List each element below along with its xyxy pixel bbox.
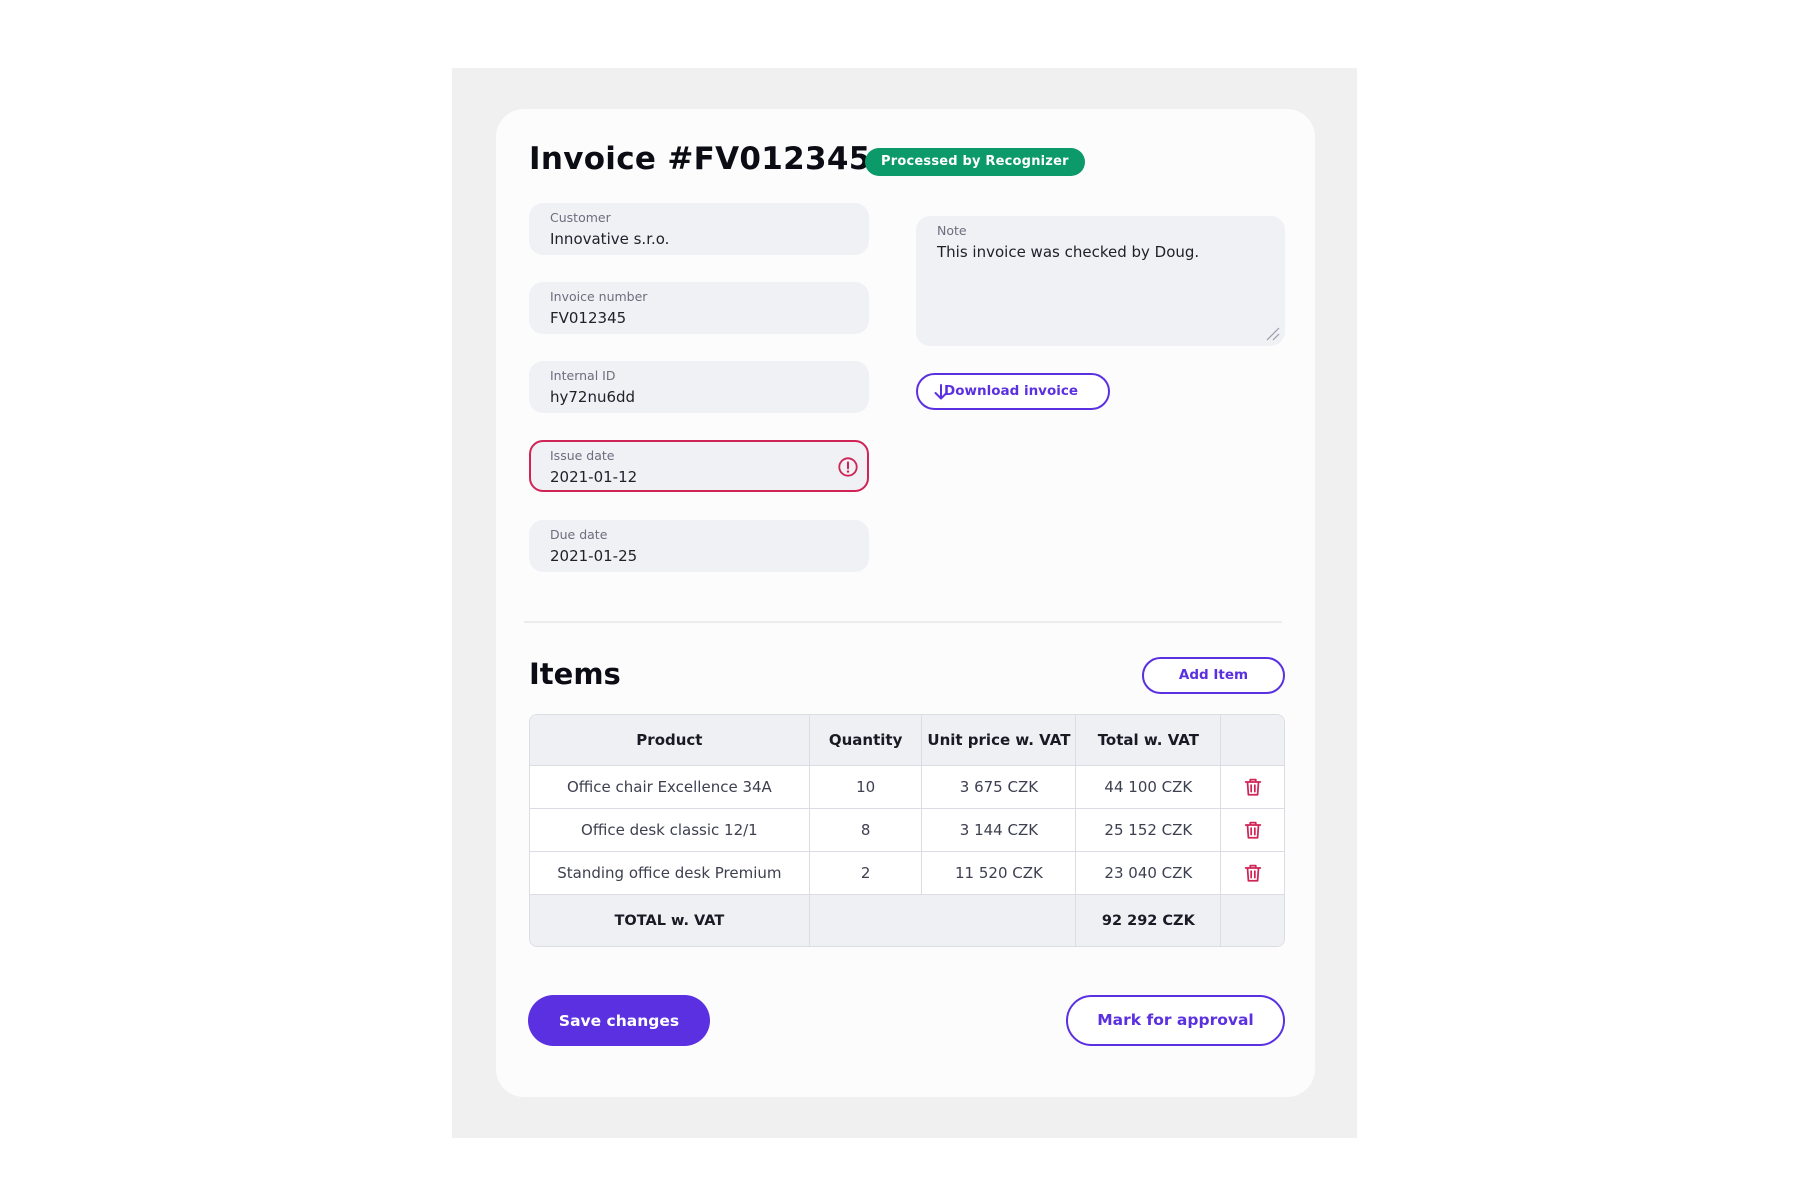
table-total-row: TOTAL w. VAT 92 292 CZK xyxy=(530,894,1284,946)
trash-icon[interactable] xyxy=(1242,819,1264,841)
column-header-product: Product xyxy=(530,715,810,766)
customer-field[interactable]: Customer Innovative s.r.o. xyxy=(529,203,869,255)
customer-label: Customer xyxy=(550,210,611,225)
cell-unit-price: 11 520 CZK xyxy=(921,851,1077,896)
table-row: Office desk classic 12/1 8 3 144 CZK 25 … xyxy=(530,807,1284,853)
issue-date-label: Issue date xyxy=(550,448,615,463)
total-actions-spacer xyxy=(1220,894,1284,946)
cell-actions xyxy=(1220,807,1284,853)
cell-quantity: 8 xyxy=(808,807,923,853)
invoice-number-value[interactable]: FV012345 xyxy=(550,309,848,327)
exclamation-circle-icon xyxy=(838,457,858,477)
cell-total: 44 100 CZK xyxy=(1075,764,1222,809)
table-row: Office chair Excellence 34A 10 3 675 CZK… xyxy=(530,764,1284,809)
total-spacer xyxy=(808,894,1077,946)
cell-product: Office chair Excellence 34A xyxy=(530,764,810,809)
section-divider xyxy=(524,621,1282,623)
note-value[interactable]: This invoice was checked by Doug. xyxy=(937,243,1264,261)
cell-actions xyxy=(1220,851,1284,896)
table-header-row: Product Quantity Unit price w. VAT Total… xyxy=(530,715,1284,766)
invoice-number-label: Invoice number xyxy=(550,289,648,304)
cell-total: 25 152 CZK xyxy=(1075,807,1222,853)
note-label: Note xyxy=(937,223,967,238)
internal-id-value[interactable]: hy72nu6dd xyxy=(550,388,848,406)
table-row: Standing office desk Premium 2 11 520 CZ… xyxy=(530,851,1284,896)
download-invoice-button[interactable]: Download invoice xyxy=(916,373,1110,410)
cell-unit-price: 3 675 CZK xyxy=(921,764,1077,809)
issue-date-field[interactable]: Issue date 2021-01-12 xyxy=(529,440,869,492)
cell-actions xyxy=(1220,764,1284,809)
internal-id-label: Internal ID xyxy=(550,368,616,383)
trash-icon[interactable] xyxy=(1242,776,1264,798)
invoice-number-field[interactable]: Invoice number FV012345 xyxy=(529,282,869,334)
cell-unit-price: 3 144 CZK xyxy=(921,807,1077,853)
invoice-card: Invoice #FV012345 Processed by Recognize… xyxy=(496,109,1315,1097)
download-invoice-label: Download invoice xyxy=(944,383,1079,399)
cell-quantity: 10 xyxy=(808,764,923,809)
note-textarea[interactable]: Note This invoice was checked by Doug. xyxy=(916,216,1285,346)
column-header-total: Total w. VAT xyxy=(1075,715,1222,766)
customer-value[interactable]: Innovative s.r.o. xyxy=(550,230,848,248)
mark-for-approval-button[interactable]: Mark for approval xyxy=(1066,995,1285,1046)
save-changes-button[interactable]: Save changes xyxy=(528,995,710,1046)
column-header-actions xyxy=(1220,715,1284,766)
total-label: TOTAL w. VAT xyxy=(530,894,810,946)
cell-quantity: 2 xyxy=(808,851,923,896)
cell-product: Office desk classic 12/1 xyxy=(530,807,810,853)
resize-handle-icon[interactable] xyxy=(1264,325,1280,341)
items-title: Items xyxy=(529,657,621,691)
due-date-value[interactable]: 2021-01-25 xyxy=(550,547,848,565)
trash-icon[interactable] xyxy=(1242,862,1264,884)
issue-date-value[interactable]: 2021-01-12 xyxy=(550,468,848,486)
column-header-quantity: Quantity xyxy=(808,715,923,766)
due-date-label: Due date xyxy=(550,527,608,542)
total-value: 92 292 CZK xyxy=(1075,894,1222,946)
status-badge: Processed by Recognizer xyxy=(865,148,1085,176)
arrow-down-icon xyxy=(934,384,948,400)
cell-total: 23 040 CZK xyxy=(1075,851,1222,896)
add-item-button[interactable]: Add Item xyxy=(1142,657,1285,694)
internal-id-field[interactable]: Internal ID hy72nu6dd xyxy=(529,361,869,413)
invoice-title: Invoice #FV012345 xyxy=(529,141,871,177)
items-table: Product Quantity Unit price w. VAT Total… xyxy=(529,714,1285,947)
due-date-field[interactable]: Due date 2021-01-25 xyxy=(529,520,869,572)
column-header-unit-price: Unit price w. VAT xyxy=(921,715,1077,766)
cell-product: Standing office desk Premium xyxy=(530,851,810,896)
